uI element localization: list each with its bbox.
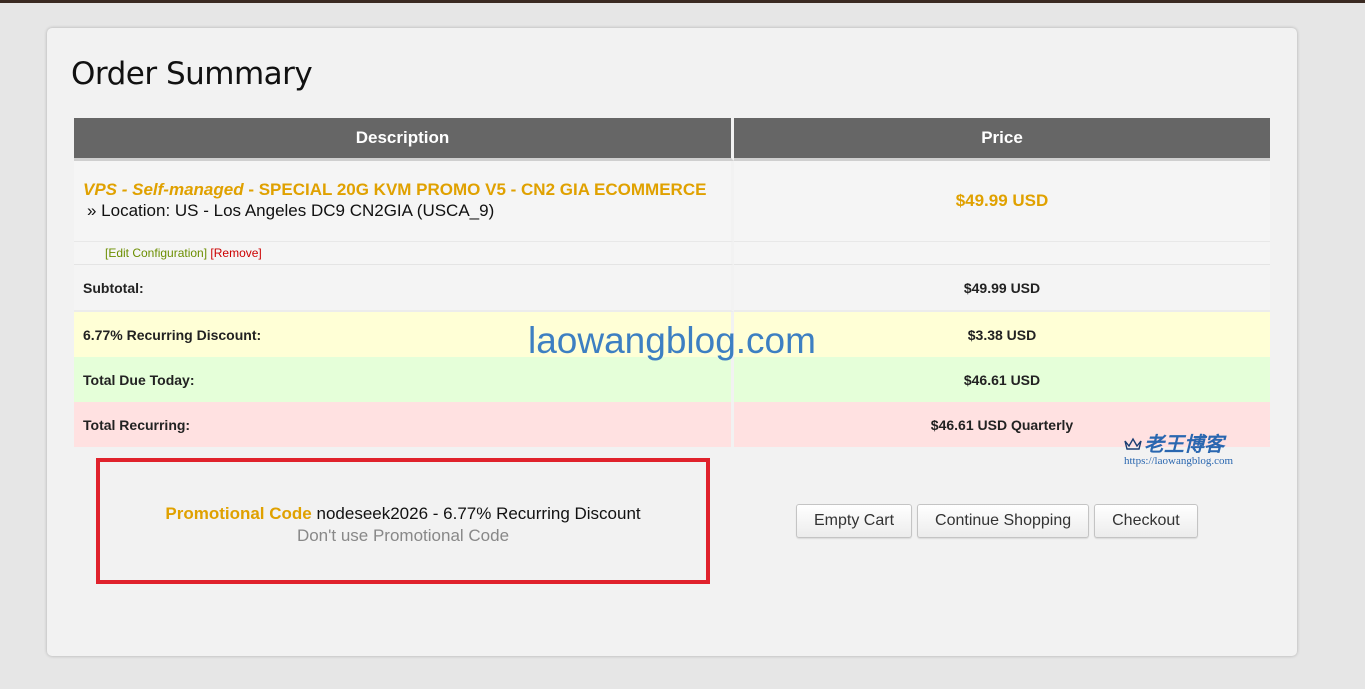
top-border (0, 0, 1365, 3)
item-price: $49.99 USD (734, 161, 1270, 242)
edit-configuration-link[interactable]: [Edit Configuration] (83, 246, 207, 260)
cart-header-row: Description Price (74, 118, 1270, 161)
promo-code-text: nodeseek2026 - 6.77% Recurring Discount (316, 504, 641, 523)
cart-item-row: VPS - Self-managed - SPECIAL 20G KVM PRO… (74, 161, 1270, 242)
item-actions-spacer (734, 242, 1270, 265)
watermark-text: laowangblog.com (528, 320, 816, 361)
subtotal-value: $49.99 USD (734, 265, 1270, 312)
subtotal-row: Subtotal: $49.99 USD (74, 265, 1270, 312)
page-title: Order Summary (71, 56, 313, 92)
promo-code-box: Promotional Code nodeseek2026 - 6.77% Re… (96, 458, 710, 584)
cart-table: Description Price VPS - Self-managed - S… (74, 118, 1270, 447)
product-separator: - (243, 180, 259, 199)
total-due-label: Total Due Today: (74, 357, 734, 402)
total-due-value: $46.61 USD (734, 357, 1270, 402)
logo-chinese-text: 老王博客 (1144, 432, 1224, 456)
description-header: Description (74, 118, 734, 161)
item-actions-row: [Edit Configuration] [Remove] (74, 242, 1270, 265)
checkout-button[interactable]: Checkout (1094, 504, 1198, 538)
cart-actions: Empty Cart Continue Shopping Checkout (796, 504, 1198, 538)
crown-icon (1124, 437, 1142, 456)
remove-promo-link[interactable]: Don't use Promotional Code (100, 526, 706, 546)
item-actions: [Edit Configuration] [Remove] (74, 242, 734, 265)
remove-item-link[interactable]: [Remove] (210, 246, 261, 260)
total-due-row: Total Due Today: $46.61 USD (74, 357, 1270, 402)
site-logo: 老王博客 https://laowangblog.com (1124, 428, 1233, 467)
product-location: » Location: US - Los Angeles DC9 CN2GIA … (87, 201, 495, 220)
empty-cart-button[interactable]: Empty Cart (796, 504, 913, 538)
total-recurring-label: Total Recurring: (74, 402, 734, 447)
product-group: VPS - Self-managed (83, 180, 244, 199)
price-header: Price (734, 118, 1270, 161)
subtotal-label: Subtotal: (74, 265, 734, 312)
item-description: VPS - Self-managed - SPECIAL 20G KVM PRO… (74, 161, 734, 242)
logo-url: https://laowangblog.com (1124, 455, 1234, 467)
promo-code-label: Promotional Code (165, 504, 312, 523)
total-recurring-row: Total Recurring: $46.61 USD Quarterly (74, 402, 1270, 447)
continue-shopping-button[interactable]: Continue Shopping (917, 504, 1090, 538)
product-title: VPS - Self-managed - SPECIAL 20G KVM PRO… (83, 180, 722, 200)
product-name: SPECIAL 20G KVM PROMO V5 - CN2 GIA ECOMM… (258, 180, 707, 199)
promo-code-line: Promotional Code nodeseek2026 - 6.77% Re… (100, 504, 706, 524)
